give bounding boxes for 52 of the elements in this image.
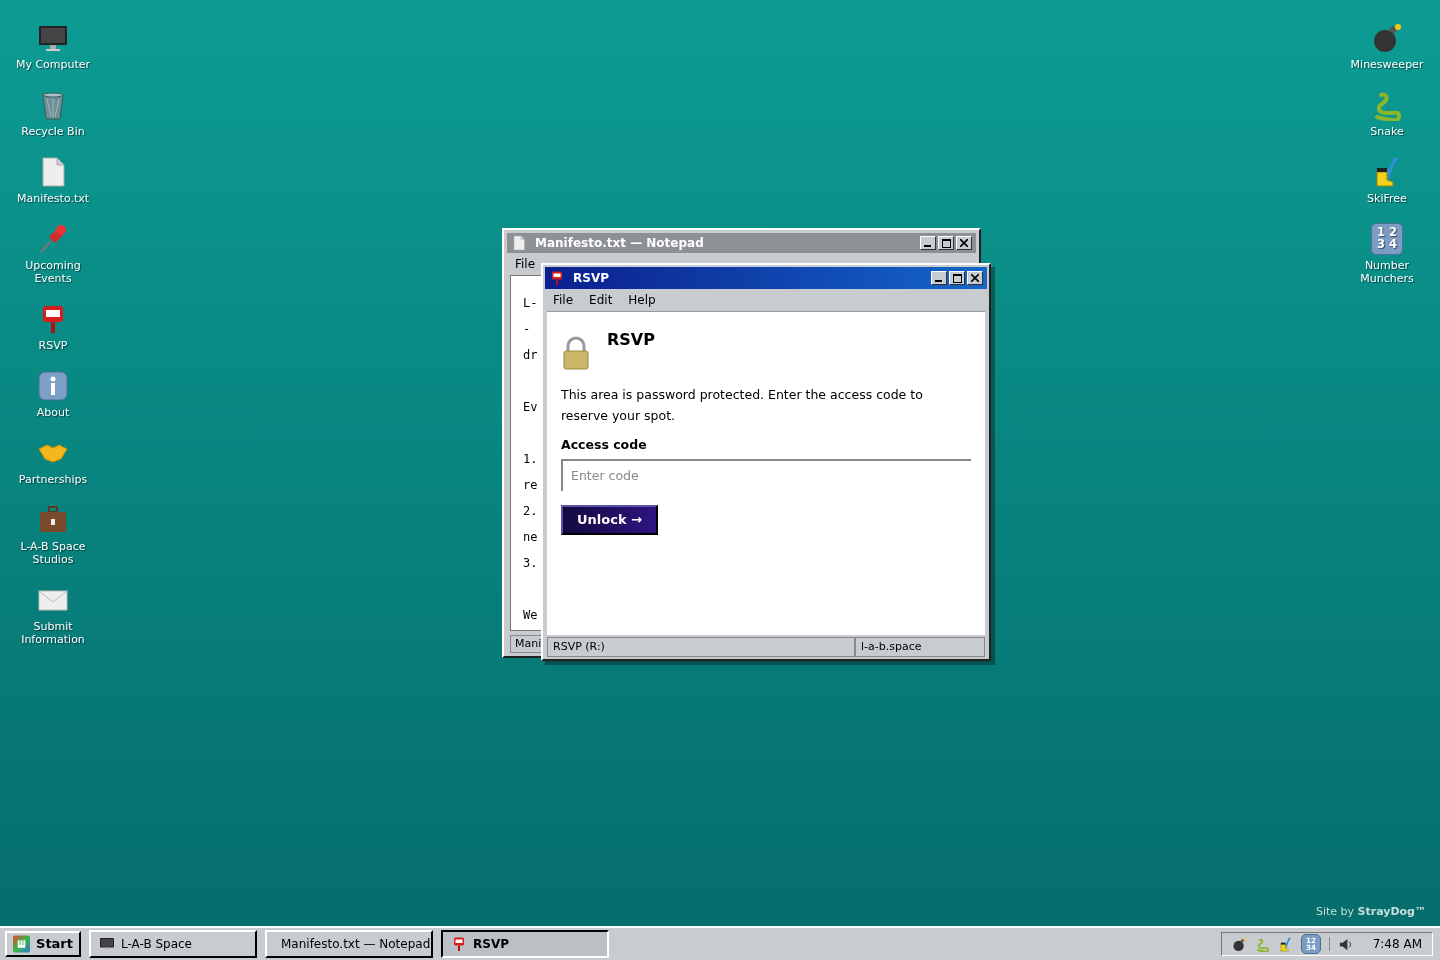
taskbar-button[interactable]: L-A-B Space [89,930,257,958]
maximize-icon [952,273,962,283]
input-field[interactable]: Enter code [561,458,971,491]
credit-text: Site by StrayDog™ [1315,903,1426,920]
close-button[interactable] [956,236,972,250]
text-line: re [523,477,538,494]
maximize-button[interactable] [949,271,965,285]
close-icon [971,274,979,282]
bomb-icon [1232,936,1247,952]
status-bar-section: l-a-b.space [855,637,985,657]
window-title: RSVP [573,270,609,287]
snake-icon [1255,936,1270,952]
taskbar-button[interactable]: Manifesto.txt — Notepad [265,930,433,958]
mailbox-icon [451,936,467,952]
document-icon [511,235,527,251]
monitor-icon [99,936,115,952]
bomb-icon [1371,22,1403,54]
start-logo-icon [13,935,30,953]
text-line: 3. [523,555,538,572]
unlock-button[interactable]: Unlock → [561,504,658,535]
padlock-icon [561,336,591,370]
minimize-button[interactable] [920,236,936,250]
maximize-icon [941,238,951,248]
menu-item[interactable]: File [553,291,574,309]
text-line: L- [523,295,538,312]
close-icon [960,239,968,247]
pushpin-icon [37,223,69,255]
text-line: We [523,607,538,624]
menu-item[interactable]: Edit [589,291,613,309]
menu-item[interactable]: Help [628,291,656,309]
text-line: - [523,321,531,338]
window-title: Manifesto.txt — Notepad [535,235,704,252]
text-line: 2. [523,503,538,520]
ski-boot-icon [1278,936,1293,952]
menu-item[interactable]: File [515,255,536,273]
clock: 7:48 AM [1372,936,1422,953]
start-button[interactable]: Start [5,931,81,957]
text-line: ne [523,529,538,546]
text-line: dr [523,347,538,364]
text-line: Ev [523,399,538,416]
mailbox-icon [549,270,565,286]
status-bar-section: RSVP (R:) [547,637,855,657]
field-label: Access code [561,436,648,454]
taskbar-button[interactable]: RSVP [441,930,609,958]
description: This area is password protected. Enter the access code to reserve your spot. [561,386,924,425]
heading: RSVP [607,329,655,351]
minimize-button[interactable] [931,271,947,285]
maximize-button[interactable] [938,236,954,250]
text-line: 1. [523,451,538,468]
info-icon [37,370,69,402]
close-button[interactable] [967,271,983,285]
number-tile-icon: 1 2 3 4 [1371,223,1403,255]
